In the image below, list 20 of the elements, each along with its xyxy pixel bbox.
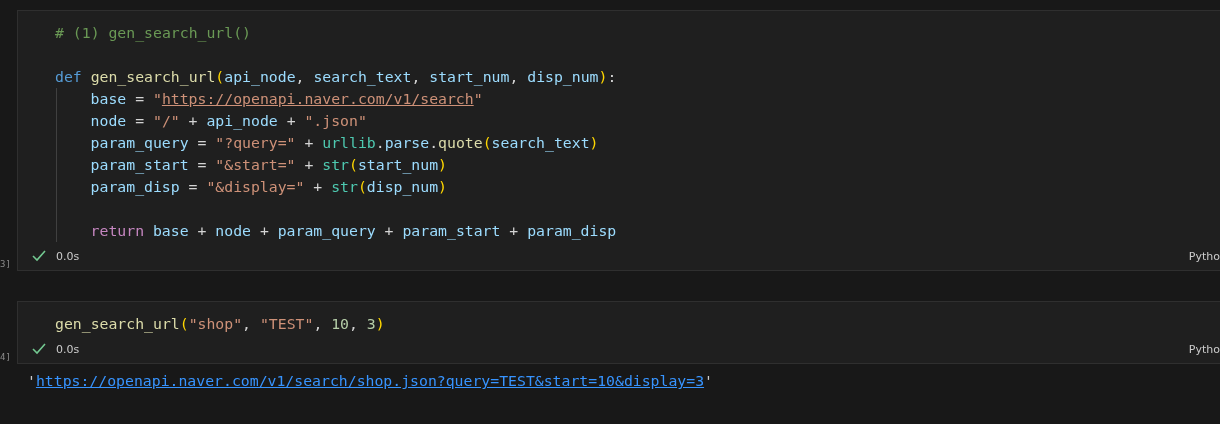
output-link[interactable]: https://openapi.naver.com/v1/search/shop.json?query=TEST&start=10&display=3 <box>35 372 705 389</box>
code-line: # (1) gen_search_url() <box>55 24 251 41</box>
code-line: param_start = "&start=" + str(start_num) <box>90 156 447 173</box>
code-line: node = "/" + api_node + ".json" <box>90 112 367 129</box>
code-cell[interactable]: gen_search_url("shop", "TEST", 10, 3) 0.0s Pytho <box>17 301 1220 364</box>
execution-count: 3] <box>0 259 11 269</box>
code-line: param_query = "?query=" + urllib.parse.quote(search_text) <box>90 134 599 151</box>
code-line: return base + node + param_query + param_start + param_disp <box>90 222 617 239</box>
output-quote: ' <box>704 372 713 389</box>
output-quote: ' <box>27 372 36 389</box>
code-line: def gen_search_url(api_node, search_text, start_num, disp_num): <box>55 68 617 85</box>
code-line: base = "https://openapi.naver.com/v1/search" <box>90 90 483 107</box>
execution-time: 0.0s <box>56 249 80 263</box>
code-line: gen_search_url("shop", "TEST", 10, 3) <box>55 315 385 332</box>
kernel-language[interactable]: Pytho <box>1188 342 1220 356</box>
execution-time: 0.0s <box>56 342 80 356</box>
kernel-language[interactable]: Pytho <box>1188 249 1220 263</box>
execution-count: 4] <box>0 352 11 362</box>
code-cell[interactable] <box>17 10 1220 271</box>
code-line: param_disp = "&display=" + str(disp_num) <box>90 178 447 195</box>
